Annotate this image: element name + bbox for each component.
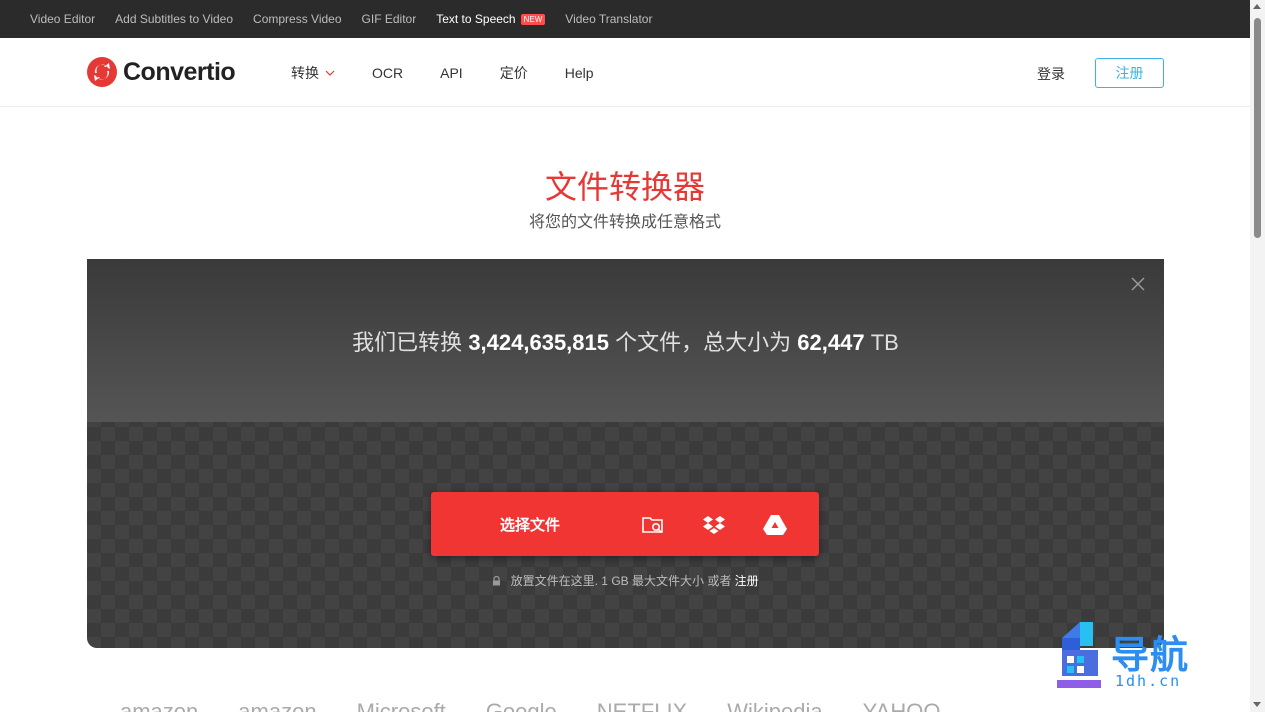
partner-logo: amazon [120, 700, 198, 712]
logo-text: Convertio [123, 57, 236, 86]
upload-panel[interactable]: 我们已转换 3,424,635,815 个文件，总大小为 62,447 TB 选… [87, 259, 1164, 648]
watermark-logo-icon [1057, 622, 1101, 688]
nav-convert-label: 转换 [291, 65, 319, 81]
partner-logos: amazon amazon Microsoft Google NETFLIX W… [120, 700, 1120, 712]
stats-middle: 个文件，总大小为 [615, 330, 792, 355]
partner-logo: Wikipedia [727, 700, 822, 712]
chevron-down-icon [325, 70, 335, 76]
nav-ocr[interactable]: OCR [372, 65, 403, 81]
stats-prefix: 我们已转换 [352, 330, 463, 355]
dropbox-icon[interactable] [701, 512, 727, 538]
page-subtitle: 将您的文件转换成任意格式 [528, 214, 721, 231]
nav-convert[interactable]: 转换 [291, 63, 335, 83]
watermark: 导航 1dh.cn [1057, 620, 1217, 690]
top-bar: Video Editor Add Subtitles to Video Comp… [0, 0, 1265, 38]
link-gif-editor[interactable]: GIF Editor [362, 12, 417, 26]
scrollbar[interactable] [1250, 0, 1265, 712]
files-count: 3,424,635,815 [468, 330, 610, 355]
scroll-down-icon[interactable] [1253, 702, 1261, 707]
link-text-to-speech[interactable]: Text to Speech NEW [436, 12, 546, 26]
close-icon[interactable] [1129, 275, 1147, 293]
link-video-editor[interactable]: Video Editor [30, 12, 95, 26]
partner-logo: Google [486, 700, 557, 712]
convertio-logo-icon [87, 57, 117, 87]
link-video-translator[interactable]: Video Translator [565, 12, 652, 26]
google-drive-icon[interactable] [762, 512, 788, 538]
partner-logo: amazon [238, 700, 316, 712]
drop-register-link[interactable]: 注册 [735, 574, 759, 588]
register-button[interactable]: 注册 [1095, 58, 1164, 88]
nav-api[interactable]: API [440, 65, 463, 81]
choose-files-button[interactable]: 选择文件 [431, 492, 819, 556]
lock-icon [493, 576, 501, 586]
drop-text: 放置文件在这里. 1 GB 最大文件大小 或者 [510, 574, 732, 588]
scrollbar-thumb[interactable] [1254, 18, 1261, 238]
login-link[interactable]: 登录 [1037, 64, 1065, 84]
folder-search-icon[interactable] [640, 512, 666, 538]
main-nav: 转换 OCR API 定价 Help [291, 63, 631, 83]
size-unit: TB [870, 330, 899, 355]
page-title: 文件转换器 [544, 169, 705, 205]
watermark-text: 导航 [1111, 635, 1190, 677]
watermark-url: 1dh.cn [1115, 672, 1182, 690]
site-header: Convertio 转换 OCR API 定价 Help 登录 注册 [0, 38, 1250, 107]
link-text-to-speech-label: Text to Speech [436, 12, 516, 26]
partner-logo: Microsoft [357, 700, 446, 712]
choose-files-label: 选择文件 [500, 517, 561, 534]
new-badge: NEW [520, 13, 546, 25]
nav-help[interactable]: Help [565, 65, 594, 81]
link-add-subtitles[interactable]: Add Subtitles to Video [115, 12, 233, 26]
conversion-stats: 我们已转换 3,424,635,815 个文件，总大小为 62,447 TB [87, 325, 1164, 357]
partner-logo: NETFLIX [597, 700, 687, 712]
nav-pricing[interactable]: 定价 [500, 63, 528, 83]
link-compress-video[interactable]: Compress Video [253, 12, 342, 26]
scroll-up-icon[interactable] [1253, 4, 1261, 9]
logo[interactable]: Convertio [87, 57, 236, 87]
total-size: 62,447 [797, 330, 865, 355]
drop-hint: 放置文件在这里. 1 GB 最大文件大小 或者 注册 [87, 572, 1164, 589]
partner-logo: YAHOO [863, 700, 941, 712]
